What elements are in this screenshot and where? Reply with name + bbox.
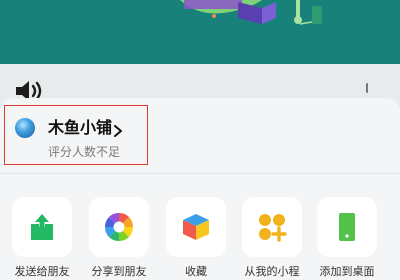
- my-mini-programs-button[interactable]: 从我的小程: [234, 197, 310, 279]
- divider: [0, 173, 400, 174]
- share-to-moments-label: 分享到朋友: [91, 265, 147, 278]
- my-mini-programs-tile[interactable]: [242, 197, 302, 257]
- favorite-tile[interactable]: [166, 197, 226, 257]
- send-to-friend-button[interactable]: 发送给朋友: [4, 197, 80, 279]
- share-sheet: 木鱼小铺 评分人数不足 发送给朋友 分享到朋友 收藏 从我的小程 添加到桌面: [0, 98, 400, 280]
- add-to-desktop-icon: [339, 213, 355, 241]
- favorite-cube-icon: [183, 214, 209, 240]
- screen: 木鱼小铺 评分人数不足 发送给朋友 分享到朋友 收藏 从我的小程 添加到桌面: [0, 0, 400, 280]
- send-to-friend-label: 发送给朋友: [14, 265, 70, 278]
- share-to-moments-tile[interactable]: [89, 197, 149, 257]
- send-to-friend-tile[interactable]: [12, 197, 72, 257]
- favorite-button[interactable]: 收藏: [158, 197, 234, 279]
- my-mini-programs-label: 从我的小程: [244, 265, 300, 278]
- share-to-moments-button[interactable]: 分享到朋友: [81, 197, 157, 279]
- banner-image: [0, 0, 400, 64]
- add-to-desktop-label: 添加到桌面: [319, 265, 375, 278]
- mini-program-icon: [259, 214, 287, 242]
- add-to-desktop-button[interactable]: 添加到桌面: [309, 197, 385, 279]
- edge-mark: [366, 83, 368, 93]
- favorite-label: 收藏: [185, 265, 207, 278]
- highlight-box: [4, 105, 148, 165]
- share-arrow-icon: [31, 214, 53, 240]
- moments-aperture-icon: [104, 212, 134, 242]
- add-to-desktop-tile[interactable]: [317, 197, 377, 257]
